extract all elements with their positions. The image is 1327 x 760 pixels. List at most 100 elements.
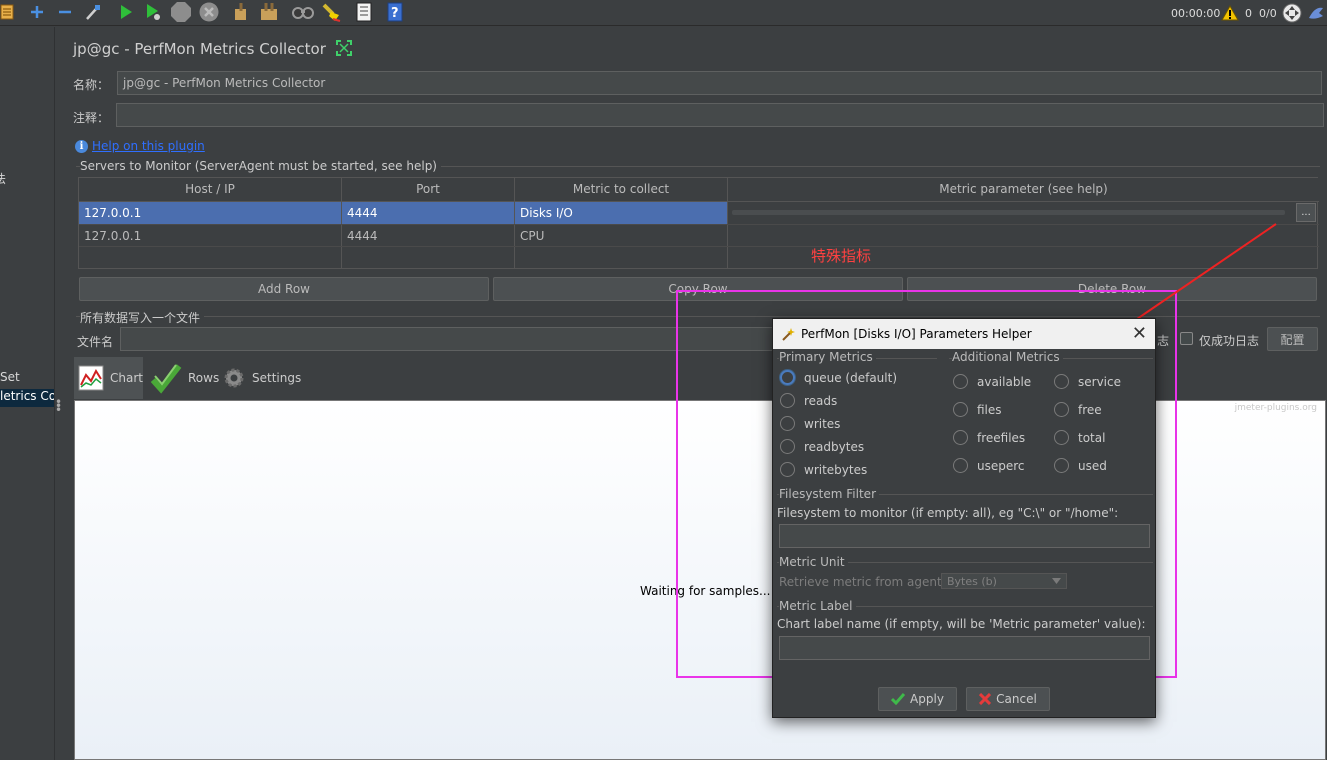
help-link-text[interactable]: Help on this plugin	[92, 139, 205, 153]
radio-button[interactable]	[1054, 430, 1069, 445]
radio-button[interactable]	[953, 374, 968, 389]
start-no-pause-icon[interactable]	[142, 1, 164, 23]
radio-service[interactable]: service	[1054, 374, 1121, 389]
check-icon	[891, 693, 906, 705]
parameter-input[interactable]	[732, 210, 1285, 215]
table-cell-parameter[interactable]	[728, 225, 1319, 247]
table-cell-metric[interactable]: Disks I/O	[515, 202, 728, 224]
minus-icon[interactable]	[54, 1, 76, 23]
comment-field[interactable]	[116, 103, 1324, 127]
column-header-metric[interactable]: Metric to collect	[515, 178, 728, 202]
cancel-icon	[979, 693, 992, 705]
log-viewer-icon[interactable]	[1307, 0, 1325, 26]
radio-label: freefiles	[977, 430, 1026, 445]
radio-readbytes[interactable]: readbytes	[780, 439, 864, 454]
radio-label: readbytes	[804, 439, 865, 454]
radio-used[interactable]: used	[1054, 458, 1107, 473]
radio-writes[interactable]: writes	[780, 416, 840, 431]
close-icon[interactable]: ✕	[1132, 323, 1147, 344]
primary-metrics-title: Primary Metrics	[779, 350, 876, 364]
dialog-title: PerfMon [Disks I/O] Parameters Helper	[801, 327, 1032, 341]
radio-reads[interactable]: reads	[780, 393, 837, 408]
radio-available[interactable]: available	[953, 374, 1031, 389]
radio-free[interactable]: free	[1054, 402, 1102, 417]
tab-chart[interactable]: Chart	[74, 357, 143, 399]
splitter-handle[interactable]: • • •	[55, 396, 62, 416]
unit-select: Bytes (b)	[941, 573, 1067, 589]
table-cell-metric[interactable]: CPU	[515, 225, 728, 247]
radio-button[interactable]	[780, 439, 795, 454]
radio-writebytes[interactable]: writebytes	[780, 462, 867, 477]
remote-engines-icon[interactable]	[1282, 0, 1302, 26]
shutdown-icon[interactable]	[198, 1, 220, 23]
radio-useperc[interactable]: useperc	[953, 458, 1025, 473]
name-field[interactable]: jp@gc - PerfMon Metrics Collector	[117, 71, 1322, 95]
toolbar: ? 00:00:00 0 0/0	[0, 0, 1327, 26]
success-only-checkbox[interactable]	[1180, 332, 1193, 345]
cancel-button[interactable]: Cancel	[966, 687, 1050, 711]
radio-label: total	[1078, 430, 1106, 445]
column-header-host[interactable]: Host / IP	[79, 178, 342, 202]
unit-select-value: Bytes (b)	[947, 574, 997, 588]
dialog-title-bar[interactable]: PerfMon [Disks I/O] Parameters Helper ✕	[773, 319, 1155, 349]
radio-freefiles[interactable]: freefiles	[953, 430, 1025, 445]
column-header-port[interactable]: Port	[342, 178, 515, 202]
radio-total[interactable]: total	[1054, 430, 1105, 445]
table-cell-parameter-editor[interactable]: ...	[728, 202, 1319, 224]
toggle-icon[interactable]	[82, 1, 104, 23]
table-cell-host[interactable]: 127.0.0.1	[79, 202, 342, 224]
radio-button[interactable]	[1054, 402, 1069, 417]
help-icon[interactable]: ?	[384, 1, 406, 23]
parameters-helper-dialog: PerfMon [Disks I/O] Parameters Helper ✕ …	[772, 318, 1156, 718]
reset-search-icon[interactable]	[320, 1, 342, 23]
radio-button[interactable]	[780, 370, 795, 385]
tab-settings[interactable]: Settings	[218, 357, 305, 399]
radio-label: useperc	[977, 458, 1025, 473]
doc-icon[interactable]	[0, 1, 18, 23]
plus-icon[interactable]	[26, 1, 48, 23]
filesystem-input[interactable]	[779, 524, 1150, 548]
tree-item-thread-set[interactable]: Set	[0, 370, 20, 384]
radio-label: free	[1078, 402, 1102, 417]
add-row-button[interactable]: Add Row	[79, 277, 489, 301]
parameter-helper-button[interactable]: ...	[1296, 203, 1316, 222]
table-cell-host[interactable]: 127.0.0.1	[79, 225, 342, 247]
apply-button[interactable]: Apply	[878, 687, 957, 711]
radio-button[interactable]	[953, 458, 968, 473]
warning-icon[interactable]	[1221, 0, 1239, 26]
radio-button[interactable]	[953, 402, 968, 417]
expand-icon[interactable]	[336, 40, 352, 56]
svg-text:?: ?	[391, 6, 399, 21]
clear-all-icon[interactable]	[258, 1, 280, 23]
servers-group-title: Servers to Monitor (ServerAgent must be …	[80, 159, 441, 173]
clear-icon[interactable]	[230, 1, 252, 23]
elapsed-timer: 00:00:00	[1171, 6, 1221, 20]
radio-label: service	[1078, 374, 1121, 389]
radio-button[interactable]	[953, 430, 968, 445]
table-cell-empty	[342, 247, 515, 269]
start-icon[interactable]	[115, 1, 137, 23]
radio-files[interactable]: files	[953, 402, 1002, 417]
chart-label-input[interactable]	[779, 636, 1150, 660]
radio-queue[interactable]: queue (default)	[780, 370, 897, 385]
tab-rows[interactable]: Rows	[146, 357, 223, 399]
function-helper-icon[interactable]	[353, 1, 375, 23]
table-cell-empty	[79, 247, 342, 269]
help-link[interactable]: i Help on this plugin	[75, 139, 205, 153]
comment-label: 注释：	[73, 111, 110, 125]
tab-rows-label: Rows	[188, 371, 220, 385]
configure-button[interactable]: 配置	[1267, 327, 1318, 351]
radio-button[interactable]	[780, 462, 795, 477]
table-cell-port[interactable]: 4444	[342, 202, 515, 224]
stop-icon[interactable]	[170, 1, 192, 23]
search-icon[interactable]	[292, 1, 314, 23]
radio-button[interactable]	[1054, 458, 1069, 473]
column-header-parameter[interactable]: Metric parameter (see help)	[728, 178, 1319, 202]
table-cell-port[interactable]: 4444	[342, 225, 515, 247]
tree-item-metrics-collector[interactable]: letrics Coll	[0, 389, 54, 407]
radio-button[interactable]	[780, 416, 795, 431]
tree-item[interactable]: 法	[0, 170, 6, 187]
chevron-down-icon	[1052, 578, 1061, 584]
radio-button[interactable]	[780, 393, 795, 408]
radio-button[interactable]	[1054, 374, 1069, 389]
